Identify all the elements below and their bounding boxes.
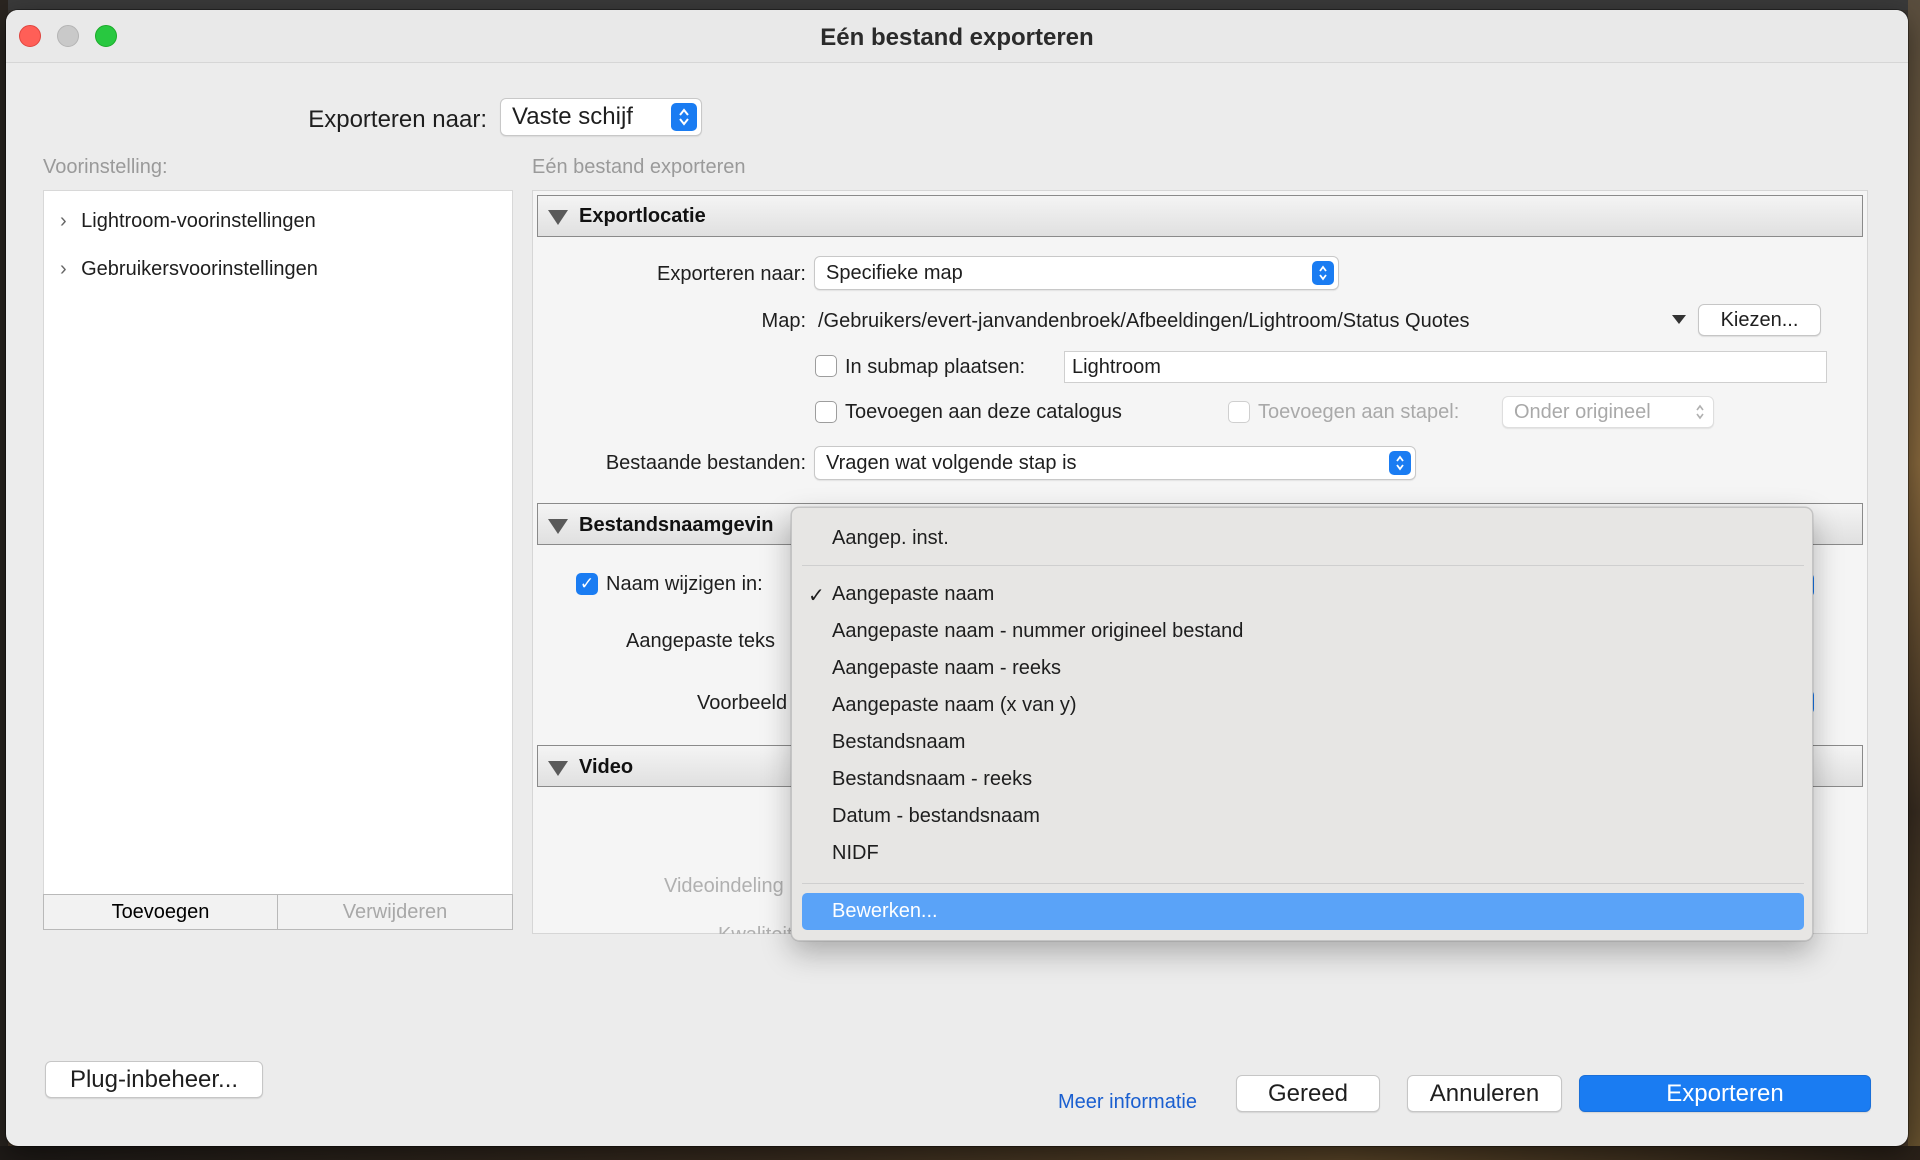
export-dialog: Eén bestand exporteren Exporteren naar: … (6, 10, 1908, 1146)
choose-folder-button[interactable]: Kiezen... (1698, 304, 1821, 336)
updown-arrows-icon (1389, 451, 1411, 475)
chevron-right-icon: › (60, 258, 67, 280)
existing-files-value: Vragen wat volgende stap is (826, 452, 1077, 474)
menu-item-edit[interactable]: Bewerken... (832, 900, 938, 923)
section-title-video: Video (579, 756, 634, 778)
subfolder-checkbox[interactable] (815, 355, 837, 377)
more-info-link[interactable]: Meer informatie (1058, 1091, 1197, 1114)
example-label: Voorbeeld (697, 692, 788, 714)
chevron-right-icon: › (60, 210, 67, 232)
desktop-background-right (1908, 0, 1920, 1160)
add-to-stack-label: Toevoegen aan stapel: (1258, 401, 1460, 423)
cancel-button[interactable]: Annuleren (1407, 1075, 1562, 1112)
menu-item-filename[interactable]: Bestandsnaam (832, 731, 965, 754)
rename-checkbox[interactable]: ✓ (576, 573, 598, 595)
presets-list (43, 190, 513, 898)
menu-separator (802, 883, 1804, 884)
preset-folder-user[interactable]: › Gebruikersvoorinstellingen (60, 258, 480, 281)
add-to-catalog-label: Toevoegen aan deze catalogus (845, 401, 1122, 423)
add-to-stack-checkbox[interactable] (1228, 401, 1250, 423)
preset-folder-label: Gebruikersvoorinstellingen (81, 258, 318, 280)
desktop-background-bottom (0, 1146, 1920, 1160)
menu-item-date-filename[interactable]: Datum - bestandsnaam (832, 805, 1040, 828)
updown-arrows-icon (671, 103, 697, 131)
menu-item-custom-settings[interactable]: Aangep. inst. (832, 527, 949, 550)
section-header-export-location[interactable] (537, 195, 1863, 237)
menu-item-custom-name-sequence[interactable]: Aangepaste naam - reeks (832, 657, 1061, 680)
existing-files-popup[interactable]: Vragen wat volgende stap is (814, 446, 1416, 480)
menu-item-custom-name-x-of-y[interactable]: Aangepaste naam (x van y) (832, 694, 1077, 717)
export-to-label: Exporteren naar: (308, 106, 487, 133)
export-target-value: Vaste schijf (512, 103, 633, 130)
export-target-popup[interactable]: Vaste schijf (500, 98, 702, 136)
export-button[interactable]: Exporteren (1579, 1075, 1871, 1112)
folder-label: Map: (761, 310, 806, 332)
rename-label: Naam wijzigen in: (606, 573, 763, 595)
video-format-label: Videoindeling (664, 875, 784, 897)
export-folder-type-popup[interactable]: Specifieke map (814, 256, 1339, 290)
menu-highlight (802, 893, 1804, 930)
stack-position-value: Onder origineel (1514, 401, 1651, 423)
subfolder-name-field[interactable]: Lightroom (1064, 351, 1827, 383)
window-title: Eén bestand exporteren (820, 24, 1094, 51)
section-title-export-location: Exportlocatie (579, 205, 706, 227)
remove-preset-button[interactable]: Verwijderen (277, 894, 513, 930)
video-quality-label: Kwaliteit (718, 924, 792, 934)
checkmark-icon: ✓ (808, 585, 825, 607)
preset-folder-lightroom[interactable]: › Lightroom-voorinstellingen (60, 210, 480, 233)
menu-item-nidf[interactable]: NIDF (832, 842, 879, 865)
add-to-catalog-checkbox[interactable] (815, 401, 837, 423)
menu-separator (802, 565, 1804, 566)
updown-arrows-icon (1312, 261, 1334, 285)
menu-item-custom-name[interactable]: Aangepaste naam (832, 583, 994, 606)
plugin-manager-button[interactable]: Plug-inbeheer... (45, 1061, 263, 1098)
folder-path: /Gebruikers/evert-janvandenbroek/Afbeeld… (818, 310, 1470, 332)
updown-arrows-icon (1691, 401, 1709, 423)
desktop-background (0, 0, 1920, 10)
recent-folders-dropdown-icon[interactable] (1672, 315, 1686, 324)
export-to-folder-label: Exporteren naar: (657, 263, 806, 285)
presets-label: Voorinstelling: (43, 156, 168, 178)
custom-text-label: Aangepaste teks (626, 630, 775, 652)
add-preset-button[interactable]: Toevoegen (43, 894, 278, 930)
section-title-file-naming: Bestandsnaamgevin (579, 514, 774, 536)
filename-template-menu: Aangep. inst. ✓ Aangepaste naam Aangepas… (791, 507, 1813, 941)
existing-files-label: Bestaande bestanden: (605, 452, 806, 474)
export-folder-type-value: Specifieke map (826, 262, 963, 284)
disclosure-triangle-icon (548, 519, 568, 534)
disclosure-triangle-icon (548, 761, 568, 776)
stack-position-popup[interactable]: Onder origineel (1502, 396, 1714, 428)
done-button[interactable]: Gereed (1236, 1075, 1380, 1112)
menu-item-custom-name-original-number[interactable]: Aangepaste naam - nummer origineel besta… (832, 620, 1243, 643)
subfolder-label: In submap plaatsen: (845, 356, 1026, 378)
main-subtitle: Eén bestand exporteren (532, 156, 746, 178)
menu-item-filename-sequence[interactable]: Bestandsnaam - reeks (832, 768, 1032, 791)
preset-folder-label: Lightroom-voorinstellingen (81, 210, 316, 232)
disclosure-triangle-icon (548, 210, 568, 225)
